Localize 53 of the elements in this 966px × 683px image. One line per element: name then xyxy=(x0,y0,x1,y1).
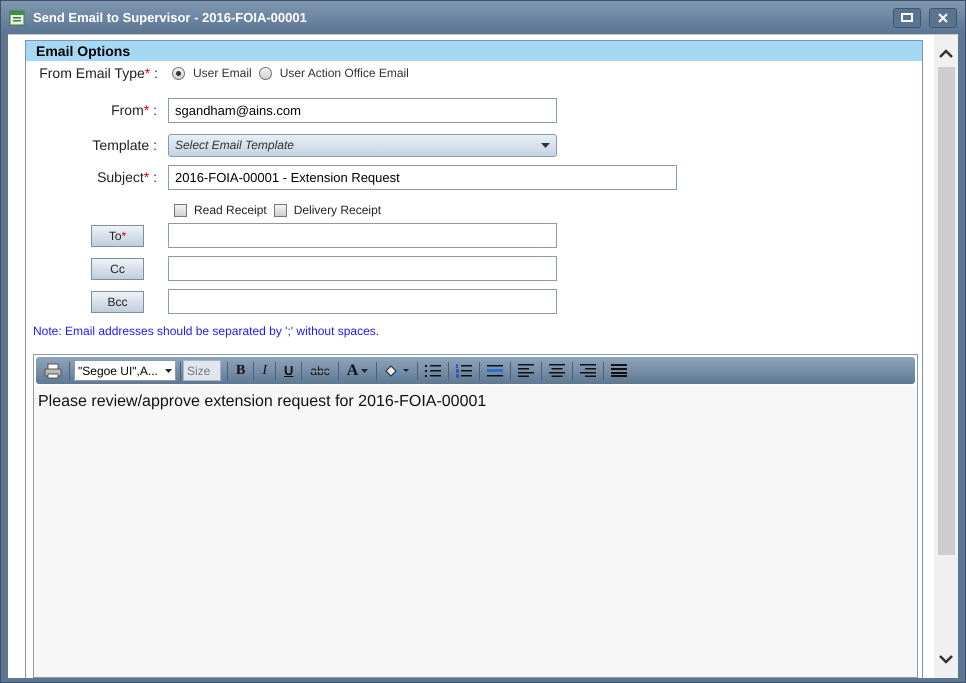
scrollbar[interactable] xyxy=(934,35,958,678)
field-label: Subject* : xyxy=(97,168,157,187)
paint-bucket-icon xyxy=(384,364,410,378)
note-text: Note: Email addresses should be separated by ';' without spaces. xyxy=(33,323,380,340)
checkbox-label[interactable]: Read Receipt xyxy=(194,201,267,219)
template-dropdown[interactable]: Select Email Template xyxy=(168,134,557,156)
from-field[interactable]: sgandham@ains.com xyxy=(168,98,557,123)
close-icon xyxy=(938,12,948,22)
align-right-icon xyxy=(580,364,596,377)
maximize-icon xyxy=(901,13,913,22)
numbered-list-icon xyxy=(456,364,472,378)
font-color-button[interactable]: A xyxy=(340,360,374,382)
field-label: Template : xyxy=(92,136,157,155)
editor-text[interactable]: Please review/approve extension request for 2016-FOIA-00001 xyxy=(34,386,917,677)
field-label: From Email Type* : xyxy=(39,64,158,83)
size-field[interactable]: Size xyxy=(183,360,221,381)
checkbox[interactable] xyxy=(274,204,287,216)
radio-label[interactable]: User Action Office Email xyxy=(280,64,409,82)
section-header: Email Options xyxy=(26,40,922,61)
maximize-button[interactable] xyxy=(893,8,921,28)
recipient-field[interactable] xyxy=(168,223,557,248)
align-left-icon xyxy=(518,364,534,377)
underline-button[interactable]: U xyxy=(278,360,300,382)
caret-icon xyxy=(541,142,550,148)
scroll-up-icon[interactable] xyxy=(939,49,953,58)
checkbox-label[interactable]: Delivery Receipt xyxy=(294,201,382,219)
subject-field[interactable]: 2016-FOIA-00001 - Extension Request xyxy=(168,165,677,190)
scrollbar-thumb[interactable] xyxy=(938,67,954,555)
horizontal-rule-icon xyxy=(487,364,504,378)
recipient-button[interactable]: Bcc xyxy=(91,290,144,312)
justify-icon xyxy=(611,364,628,377)
align-center-icon xyxy=(549,364,566,377)
caret-icon xyxy=(361,368,368,372)
recipient-field[interactable] xyxy=(168,256,557,281)
radio-label[interactable]: User Email xyxy=(193,64,252,82)
window-icon xyxy=(9,10,25,26)
recipient-field[interactable] xyxy=(168,289,557,314)
printer-icon xyxy=(44,362,62,378)
close-button[interactable] xyxy=(929,8,957,28)
italic-button[interactable]: I xyxy=(256,360,274,382)
radio-button[interactable] xyxy=(258,66,272,80)
template-placeholder: Select Email Template xyxy=(175,137,295,154)
bullet-list-icon xyxy=(425,364,442,378)
field-label: From* : xyxy=(111,101,157,120)
radio-button[interactable] xyxy=(172,66,185,80)
checkbox[interactable] xyxy=(174,204,187,216)
recipient-button[interactable]: To* xyxy=(91,224,144,246)
font-dropdown[interactable]: "Segoe UI",A... xyxy=(74,360,176,381)
caret-icon xyxy=(165,368,172,372)
bold-button[interactable]: B xyxy=(230,360,252,382)
scroll-down-icon[interactable] xyxy=(939,655,953,664)
window-title: Send Email to Supervisor - 2016-FOIA-00001 xyxy=(33,8,308,27)
recipient-button[interactable]: Cc xyxy=(91,258,144,280)
